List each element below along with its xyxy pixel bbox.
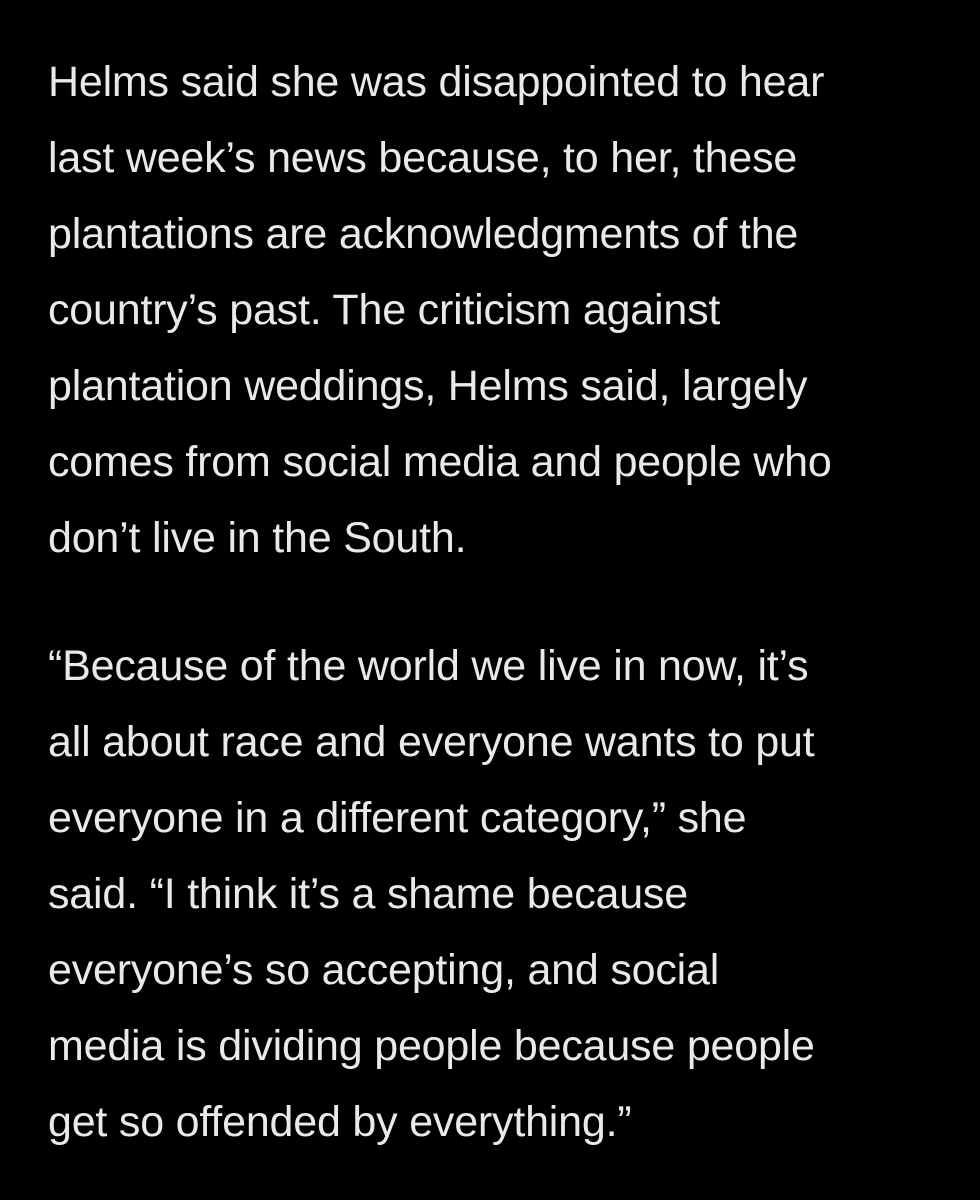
article-paragraph: Helms said she was disappointed to hear … [48,58,832,562]
article-body: Helms said she was disappointed to hear … [48,44,948,1160]
quote-paragraph: “Because of the world we live in now, it… [48,642,815,1146]
